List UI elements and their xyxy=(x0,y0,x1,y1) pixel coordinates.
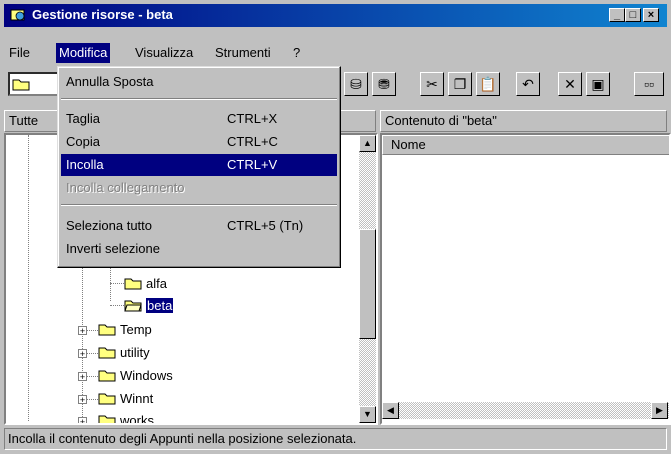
tree-item-works[interactable]: works xyxy=(98,411,154,425)
tree-line xyxy=(110,283,124,285)
tree-line xyxy=(86,353,98,355)
status-text: Incolla il contenuto degli Appunti nella… xyxy=(8,431,357,446)
tree-item-temp[interactable]: Temp xyxy=(98,320,152,340)
tree-line xyxy=(110,305,124,307)
tree-item-utility[interactable]: utility xyxy=(98,343,150,363)
tree-line xyxy=(28,135,30,421)
menu-item-copia[interactable]: Copia CTRL+C xyxy=(61,131,337,153)
folder-icon xyxy=(98,415,116,423)
menu-item-incolla-collegamento: Incolla collegamento xyxy=(61,177,337,199)
explorer-window: Gestione risorse - beta _ □ × File Modif… xyxy=(0,0,671,454)
tree-label: alfa xyxy=(146,276,167,291)
address-combo[interactable] xyxy=(8,72,60,96)
menu-bar: File Modifica Visualizza Strumenti ? xyxy=(4,43,667,65)
undo-icon[interactable]: ↶ xyxy=(516,72,540,96)
disconnect-drive-icon[interactable]: ⛃ xyxy=(372,72,396,96)
menu-modifica[interactable]: Modifica xyxy=(56,43,111,63)
close-button[interactable]: × xyxy=(643,8,659,22)
tree-item-beta[interactable]: beta xyxy=(124,296,175,316)
content-horizontal-scrollbar[interactable]: ◀ ▶ xyxy=(382,402,669,419)
menu-item-shortcut: CTRL+C xyxy=(227,134,278,149)
edit-menu-dropdown: Annulla Sposta Taglia CTRL+X Copia CTRL+… xyxy=(57,66,341,268)
content-header: Contenuto di "beta" xyxy=(380,110,667,132)
menu-item-shortcut: CTRL+X xyxy=(227,111,278,126)
column-header-nome[interactable]: Nome xyxy=(382,135,669,155)
menu-item-incolla[interactable]: Incolla CTRL+V xyxy=(61,154,337,176)
menu-file[interactable]: File xyxy=(6,43,33,63)
tree-item-winnt[interactable]: Winnt xyxy=(98,389,153,409)
open-folder-icon xyxy=(124,300,142,312)
tree-label: Winnt xyxy=(120,391,154,406)
maximize-button[interactable]: □ xyxy=(625,8,641,22)
tree-line xyxy=(110,263,112,301)
properties-icon[interactable]: ▣ xyxy=(586,72,610,96)
column-header-label: Nome xyxy=(391,137,426,152)
delete-icon[interactable]: ✕ xyxy=(558,72,582,96)
tree-label: works xyxy=(120,413,154,425)
folder-icon xyxy=(98,370,116,382)
explorer-icon xyxy=(10,9,25,21)
menu-item-label: Copia xyxy=(66,134,100,149)
paste-icon[interactable]: 📋 xyxy=(476,72,500,96)
menu-item-shortcut: CTRL+5 (Tn) xyxy=(227,218,304,233)
tree-line xyxy=(86,376,98,378)
scroll-right-icon[interactable]: ▶ xyxy=(651,402,668,419)
folder-icon xyxy=(98,393,116,405)
folder-icon xyxy=(12,79,30,91)
menu-item-label: Seleziona tutto xyxy=(66,218,153,233)
scroll-thumb[interactable] xyxy=(359,229,376,339)
menu-item-taglia[interactable]: Taglia CTRL+X xyxy=(61,108,337,130)
title-bar[interactable]: Gestione risorse - beta _ □ × xyxy=(4,4,667,27)
minimize-button[interactable]: _ xyxy=(609,8,625,22)
menu-item-label: Taglia xyxy=(66,111,100,126)
menu-separator xyxy=(61,204,337,206)
menu-item-label: Incolla xyxy=(66,157,104,172)
menu-help[interactable]: ? xyxy=(290,43,303,63)
menu-separator xyxy=(61,98,337,100)
scroll-up-icon[interactable]: ▲ xyxy=(359,135,376,152)
map-drive-icon[interactable]: ⛁ xyxy=(344,72,368,96)
content-pane[interactable]: Nome ◀ ▶ xyxy=(380,133,671,425)
tree-label: utility xyxy=(120,345,150,360)
menu-item-seleziona-tutto[interactable]: Seleziona tutto CTRL+5 (Tn) xyxy=(61,215,337,237)
cut-icon[interactable]: ✂ xyxy=(420,72,444,96)
folder-icon xyxy=(98,347,116,359)
tree-line xyxy=(86,330,98,332)
tree-header-label: Tutte xyxy=(9,113,39,128)
menu-item-label: Annulla Sposta xyxy=(66,74,154,89)
tree-vertical-scrollbar[interactable]: ▲ ▼ xyxy=(359,135,376,423)
menu-item-label: Incolla collegamento xyxy=(66,180,185,195)
menu-item-shortcut: CTRL+V xyxy=(227,157,278,172)
content-header-label: Contenuto di "beta" xyxy=(385,113,497,128)
views-icon[interactable]: ▫▫ xyxy=(634,72,664,96)
tree-line xyxy=(86,399,98,401)
window-title: Gestione risorse - beta xyxy=(32,7,173,22)
folder-icon xyxy=(98,324,116,336)
menu-strumenti[interactable]: Strumenti xyxy=(212,43,274,63)
scroll-down-icon[interactable]: ▼ xyxy=(359,406,376,423)
tree-label: beta xyxy=(144,297,175,314)
tree-item-windows[interactable]: Windows xyxy=(98,366,173,386)
menu-item-label: Inverti selezione xyxy=(66,241,160,256)
tree-item-alfa[interactable]: alfa xyxy=(124,274,167,294)
scroll-left-icon[interactable]: ◀ xyxy=(382,402,399,419)
status-bar: Incolla il contenuto degli Appunti nella… xyxy=(4,428,667,450)
menu-visualizza[interactable]: Visualizza xyxy=(132,43,196,63)
menu-item-annulla[interactable]: Annulla Sposta xyxy=(61,71,337,93)
tree-label: Temp xyxy=(120,322,152,337)
menu-item-inverti-selezione[interactable]: Inverti selezione xyxy=(61,238,337,260)
expand-icon[interactable]: + xyxy=(78,417,87,423)
copy-icon[interactable]: ❐ xyxy=(448,72,472,96)
tree-label: Windows xyxy=(120,368,173,383)
folder-icon xyxy=(124,278,142,290)
